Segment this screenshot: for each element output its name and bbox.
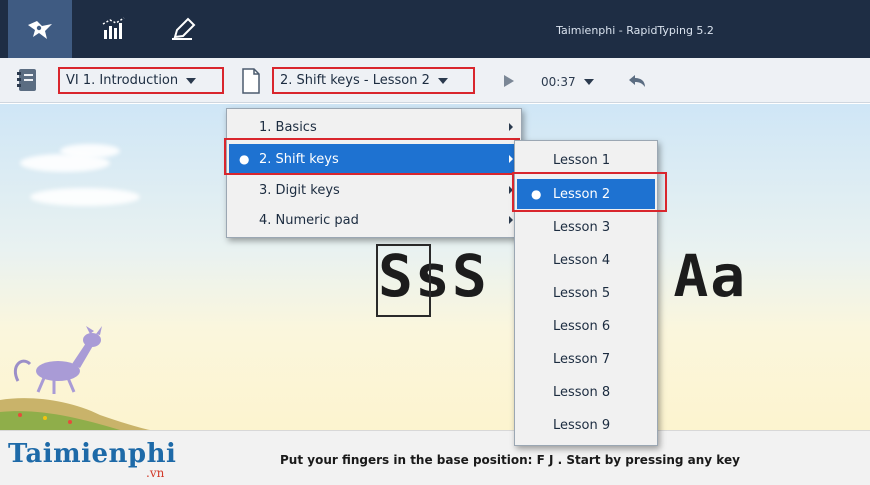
current-char-cursor (376, 244, 431, 317)
lessons-menu: Lesson 1 ● Lesson 2 Lesson 3 Lesson 4 Le… (514, 140, 658, 446)
timer-dropdown[interactable]: 00:37 (541, 75, 594, 89)
chevron-down-icon (186, 77, 197, 84)
selected-dot-icon: ● (531, 187, 542, 201)
menu-item-label: 2. Shift keys (259, 151, 339, 167)
chevron-down-icon (437, 77, 448, 84)
bar-chart-icon (102, 17, 125, 39)
chevron-right-icon (509, 123, 513, 131)
course-dropdown[interactable]: VI 1. Introduction (58, 67, 224, 94)
menu-item-basics[interactable]: 1. Basics (229, 112, 519, 142)
selected-dot-icon: ● (239, 152, 250, 166)
rapidtyping-window: Taimienphi - RapidTyping 5.2 VI 1. Intro… (0, 0, 870, 485)
menu-item-lesson-5[interactable]: Lesson 5 (517, 278, 655, 308)
menu-item-label: Lesson 5 (553, 285, 611, 301)
lesson-dropdown[interactable]: 2. Shift keys - Lesson 2 (272, 67, 475, 94)
play-icon[interactable] (500, 72, 518, 90)
menu-item-label: Lesson 3 (553, 219, 611, 235)
menu-item-label: 1. Basics (259, 119, 317, 135)
menu-item-label: Lesson 8 (553, 384, 611, 400)
course-dropdown-label: VI 1. Introduction (66, 73, 179, 88)
chevron-right-icon (509, 186, 513, 194)
pencil-icon (172, 17, 196, 40)
menu-item-label: Lesson 1 (553, 152, 611, 168)
menu-item-shift-keys[interactable]: ● 2. Shift keys (229, 144, 519, 174)
cloud-decoration (30, 188, 140, 206)
lesson-dropdown-label: 2. Shift keys - Lesson 2 (280, 73, 430, 88)
menu-item-lesson-7[interactable]: Lesson 7 (517, 344, 655, 374)
chevron-down-icon (583, 79, 594, 85)
course-book-icon[interactable] (14, 67, 40, 93)
menu-item-lesson-2[interactable]: ● Lesson 2 (517, 179, 655, 209)
statistics-tab[interactable] (82, 0, 146, 58)
undo-icon[interactable] (626, 71, 648, 91)
menu-item-lesson-8[interactable]: Lesson 8 (517, 377, 655, 407)
mascot-icon (13, 326, 102, 394)
instruction-text: Put your fingers in the base position: F… (280, 453, 740, 467)
menu-item-label: Lesson 7 (553, 351, 611, 367)
brand-logo-suffix: .vn (146, 466, 165, 480)
menu-item-label: Lesson 9 (553, 417, 611, 433)
menu-item-digit-keys[interactable]: 3. Digit keys (229, 175, 519, 205)
menu-item-label: 4. Numeric pad (259, 212, 359, 228)
document-icon[interactable] (238, 67, 264, 95)
menu-item-numeric-pad[interactable]: 4. Numeric pad (229, 205, 519, 235)
lesson-tab[interactable] (8, 0, 72, 58)
menu-item-label: Lesson 6 (553, 318, 611, 334)
menu-item-lesson-9[interactable]: Lesson 9 (517, 410, 655, 440)
menu-item-label: Lesson 2 (553, 186, 611, 202)
chevron-right-icon (509, 216, 513, 224)
chevron-right-icon (509, 155, 513, 163)
title-bar: Taimienphi - RapidTyping 5.2 (0, 0, 870, 58)
menu-item-lesson-1[interactable]: Lesson 1 (517, 145, 655, 175)
status-bar: Taimienphi .vn Put your fingers in the b… (0, 430, 870, 485)
toolbar: VI 1. Introduction 2. Shift keys - Lesso… (0, 58, 870, 103)
timer-value: 00:37 (541, 75, 576, 89)
menu-item-label: 3. Digit keys (259, 182, 340, 198)
typing-hero-icon (28, 21, 52, 39)
menu-item-lesson-4[interactable]: Lesson 4 (517, 245, 655, 275)
cloud-decoration (60, 144, 120, 158)
editor-tab[interactable] (150, 0, 214, 58)
menu-item-lesson-3[interactable]: Lesson 3 (517, 212, 655, 242)
window-title: Taimienphi - RapidTyping 5.2 (556, 24, 714, 37)
sections-menu: 1. Basics ● 2. Shift keys 3. Digit keys … (226, 108, 522, 238)
brand-logo: Taimienphi (8, 439, 177, 469)
menu-item-lesson-6[interactable]: Lesson 6 (517, 311, 655, 341)
menu-item-label: Lesson 4 (553, 252, 611, 268)
